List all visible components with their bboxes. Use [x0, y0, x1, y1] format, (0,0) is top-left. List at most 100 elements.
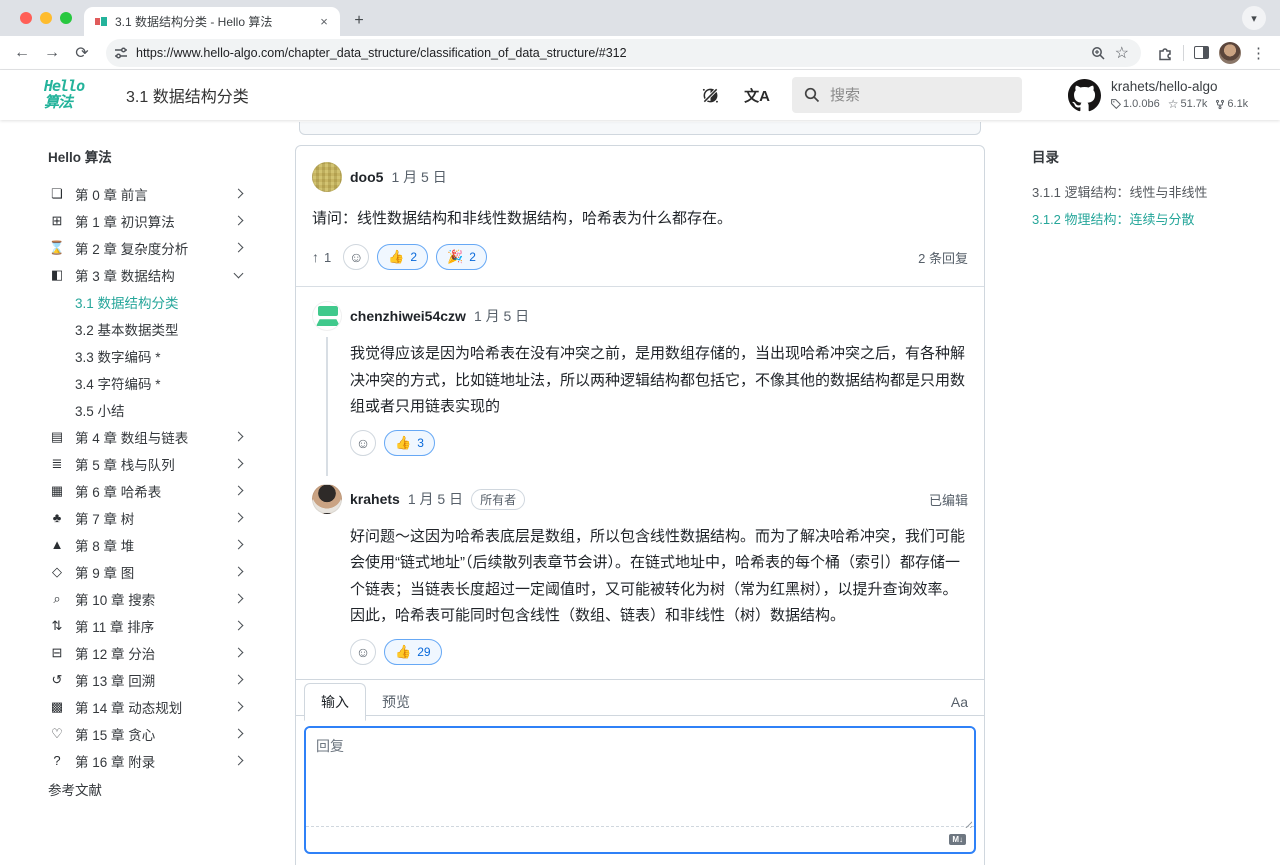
sidebar-item-ch11[interactable]: ⇅第 11 章 排序 [48, 612, 270, 639]
reply-date: 1 月 5 日 [474, 306, 529, 326]
text-format-icon[interactable]: Aa [951, 694, 968, 710]
sidebar-item-ch8[interactable]: ▲第 8 章 堆 [48, 531, 270, 558]
tree-icon: ♣ [48, 510, 66, 525]
chevron-right-icon[interactable] [234, 513, 244, 523]
chevron-right-icon[interactable] [234, 567, 244, 577]
heart-icon: ♡ [48, 726, 66, 742]
language-icon[interactable]: 文A [744, 85, 770, 106]
reaction-tada[interactable]: 🎉2 [436, 244, 487, 270]
chevron-right-icon[interactable] [234, 648, 244, 658]
add-reaction-button[interactable]: ☺ [350, 639, 376, 665]
sidebar-item-references[interactable]: 参考文献 [48, 775, 270, 802]
toc-item-311[interactable]: 3.1.1 逻辑结构：线性与非线性 [1032, 178, 1270, 205]
toc-item-312[interactable]: 3.1.2 物理结构：连续与分散 [1032, 205, 1270, 232]
add-reaction-button[interactable]: ☺ [350, 430, 376, 456]
sidebar-item-3-4[interactable]: 3.4 字符编码 * [48, 369, 270, 396]
browser-tab[interactable]: 3.1 数据结构分类 - Hello 算法 × [84, 7, 340, 36]
forward-icon[interactable]: → [38, 39, 66, 67]
window-controls[interactable] [0, 0, 84, 36]
window-close-button[interactable] [20, 12, 32, 24]
chevron-right-icon[interactable] [234, 702, 244, 712]
github-repo-link[interactable]: krahets/hello-algo 1.0.0b6 ☆51.7k 6.1k [1068, 79, 1264, 112]
sidebar-item-ch10[interactable]: ⌕第 10 章 搜索 [48, 585, 270, 612]
theme-toggle-icon[interactable] [701, 86, 720, 105]
reply-item: krahets 1 月 5 日 所有者 已编辑 好问题～这因为哈希表底层是数组，… [296, 470, 984, 679]
reaction-thumbs-up[interactable]: 👍29 [384, 639, 442, 665]
tab-write[interactable]: 输入 [304, 683, 366, 721]
bookmark-star-icon[interactable]: ☆ [1115, 43, 1129, 63]
upvote-arrow-icon[interactable]: ↑ [312, 249, 319, 265]
sidebar-item-ch13[interactable]: ↺第 13 章 回溯 [48, 666, 270, 693]
chevron-right-icon[interactable] [234, 216, 244, 226]
reply-author[interactable]: krahets [350, 491, 400, 507]
reaction-thumbs-up[interactable]: 👍2 [377, 244, 428, 270]
sidebar-item-ch12[interactable]: ⊟第 12 章 分治 [48, 639, 270, 666]
chevron-right-icon[interactable] [234, 432, 244, 442]
url-text[interactable]: https://www.hello-algo.com/chapter_data_… [136, 46, 1083, 60]
chevron-right-icon[interactable] [234, 459, 244, 469]
chevron-right-icon[interactable] [234, 540, 244, 550]
chevron-right-icon[interactable] [234, 594, 244, 604]
table-of-contents: 目录 3.1.1 逻辑结构：线性与非线性 3.1.2 物理结构：连续与分散 [1010, 120, 1280, 865]
chevron-right-icon[interactable] [234, 756, 244, 766]
tab-preview[interactable]: 预览 [366, 684, 426, 720]
chevron-right-icon[interactable] [234, 243, 244, 253]
toc-title: 目录 [1032, 146, 1270, 166]
site-logo[interactable]: Hello 算法 [44, 78, 104, 112]
avatar[interactable] [312, 484, 342, 514]
sidebar-item-ch14[interactable]: ▩第 14 章 动态规划 [48, 693, 270, 720]
site-search[interactable] [792, 77, 1022, 113]
chevron-down-icon[interactable] [234, 268, 244, 278]
side-panel-icon[interactable] [1194, 46, 1209, 59]
sidebar-item-ch2[interactable]: ⌛第 2 章 复杂度分析 [48, 234, 270, 261]
comment-author[interactable]: doo5 [350, 169, 383, 185]
back-icon[interactable]: ← [8, 39, 36, 67]
sidebar-item-ch5[interactable]: ≣第 5 章 栈与队列 [48, 450, 270, 477]
reply-editor: M↓ [304, 726, 976, 854]
sidebar-item-ch7[interactable]: ♣第 7 章 树 [48, 504, 270, 531]
search-input[interactable] [830, 87, 980, 104]
page-title: 3.1 数据结构分类 [126, 83, 249, 107]
window-minimize-button[interactable] [40, 12, 52, 24]
extensions-puzzle-icon[interactable] [1157, 45, 1173, 61]
sidebar-item-ch9[interactable]: ◇第 9 章 图 [48, 558, 270, 585]
sidebar-item-ch0[interactable]: ❏第 0 章 前言 [48, 180, 270, 207]
sidebar-item-ch6[interactable]: ▦第 6 章 哈希表 [48, 477, 270, 504]
zoom-icon[interactable] [1091, 46, 1105, 60]
sidebar-item-ch16[interactable]: ?第 16 章 附录 [48, 747, 270, 774]
chevron-right-icon[interactable] [234, 189, 244, 199]
chevron-right-icon[interactable] [234, 621, 244, 631]
window-zoom-button[interactable] [60, 12, 72, 24]
browser-menu-icon[interactable]: ⋮ [1251, 44, 1266, 62]
chevron-right-icon[interactable] [234, 729, 244, 739]
tab-close-icon[interactable]: × [316, 14, 332, 30]
add-reaction-button[interactable]: ☺ [343, 244, 369, 270]
book-icon: ❏ [48, 186, 66, 202]
sidebar-item-3-1[interactable]: 3.1 数据结构分类 [48, 288, 270, 315]
reply-textarea[interactable] [306, 728, 974, 826]
address-bar[interactable]: https://www.hello-algo.com/chapter_data_… [106, 39, 1141, 67]
new-tab-button[interactable]: + [346, 8, 372, 34]
sidebar-item-3-3[interactable]: 3.3 数字编码 * [48, 342, 270, 369]
reply-body: 好问题～这因为哈希表底层是数组，所以包含线性数据结构。而为了解决哈希冲突，我们可… [312, 514, 968, 629]
chevron-right-icon[interactable] [234, 675, 244, 685]
avatar[interactable] [312, 301, 342, 331]
chevron-right-icon[interactable] [234, 486, 244, 496]
browser-profile-avatar[interactable] [1219, 42, 1241, 64]
upvote-control[interactable]: ↑ 1 [312, 249, 331, 265]
sidebar-item-ch3[interactable]: ◧第 3 章 数据结构 [48, 261, 270, 288]
sidebar-item-3-5[interactable]: 3.5 小结 [48, 396, 270, 423]
site-settings-icon[interactable] [114, 46, 128, 60]
sidebar-item-ch1[interactable]: ⊞第 1 章 初识算法 [48, 207, 270, 234]
reaction-thumbs-up[interactable]: 👍3 [384, 430, 435, 456]
avatar[interactable] [312, 162, 342, 192]
sidebar-item-ch15[interactable]: ♡第 15 章 贪心 [48, 720, 270, 747]
tab-search-chevron-icon[interactable]: ▾ [1242, 6, 1266, 30]
reload-icon[interactable]: ⟳ [68, 39, 96, 67]
markdown-icon[interactable]: M↓ [949, 834, 966, 845]
upvote-count: 1 [324, 250, 331, 265]
sidebar-item-ch4[interactable]: ▤第 4 章 数组与链表 [48, 423, 270, 450]
reply-author[interactable]: chenzhiwei54czw [350, 308, 466, 324]
sidebar-item-3-2[interactable]: 3.2 基本数据类型 [48, 315, 270, 342]
attachment-dropzone[interactable]: M↓ [306, 826, 974, 852]
